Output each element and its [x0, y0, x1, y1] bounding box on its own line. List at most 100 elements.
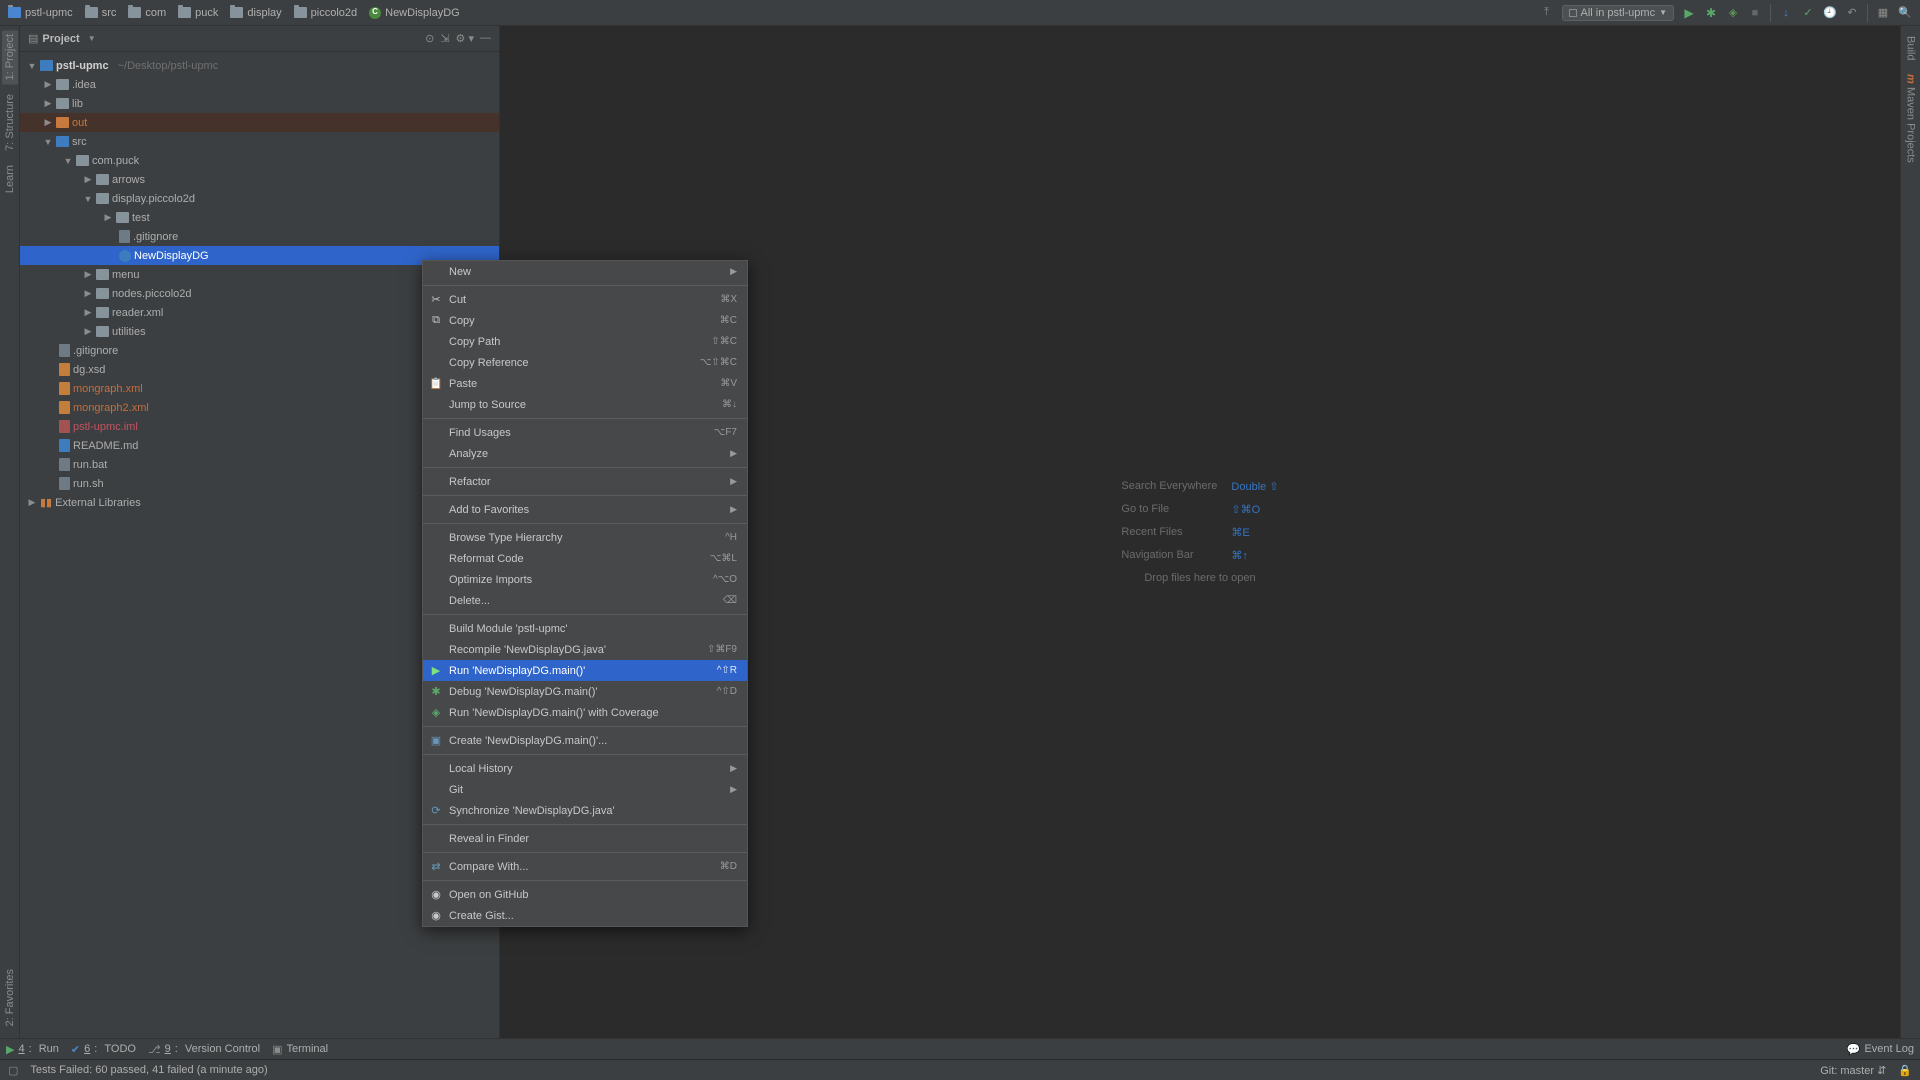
menu-build-module[interactable]: Build Module 'pstl-upmc' — [423, 618, 747, 639]
menu-open-github[interactable]: ◉Open on GitHub — [423, 884, 747, 905]
expand-arrow-icon[interactable]: ▼ — [27, 61, 37, 71]
menu-new[interactable]: New▶ — [423, 261, 747, 282]
tree-item[interactable]: ▶test — [20, 208, 499, 227]
git-branch[interactable]: Git: master ⇵ — [1820, 1064, 1886, 1077]
menu-reformat[interactable]: Reformat Code⌥⌘L — [423, 548, 747, 569]
expand-arrow-icon[interactable]: ▶ — [43, 117, 53, 128]
menu-separator — [423, 418, 747, 419]
chevron-down-icon[interactable]: ▼ — [88, 34, 96, 43]
menu-copy[interactable]: ⧉Copy⌘C — [423, 310, 747, 331]
breadcrumbs[interactable]: pstl-upmc src com puck display piccolo2d… — [8, 7, 460, 19]
expand-arrow-icon[interactable]: ▶ — [83, 174, 93, 185]
menu-delete[interactable]: Delete...⌫ — [423, 590, 747, 611]
breadcrumb-item[interactable]: NewDisplayDG — [369, 7, 460, 19]
menu-browse-hierarchy[interactable]: Browse Type Hierarchy^H — [423, 527, 747, 548]
menu-refactor[interactable]: Refactor▶ — [423, 471, 747, 492]
collapse-all-icon[interactable]: ⇲ — [440, 32, 449, 45]
menu-find-usages[interactable]: Find Usages⌥F7 — [423, 422, 747, 443]
expand-arrow-icon[interactable]: ▶ — [83, 307, 93, 318]
tool-tab-project[interactable]: 1: Project — [2, 30, 18, 84]
menu-analyze[interactable]: Analyze▶ — [423, 443, 747, 464]
expand-arrow-icon[interactable]: ▶ — [83, 288, 93, 299]
tree-root[interactable]: ▼pstl-upmc ~/Desktop/pstl-upmc — [20, 56, 499, 75]
menu-optimize-imports[interactable]: Optimize Imports^⌥O — [423, 569, 747, 590]
expand-arrow-icon[interactable]: ▼ — [83, 194, 93, 204]
tree-item[interactable]: ▶.idea — [20, 75, 499, 94]
expand-arrow-icon[interactable]: ▼ — [63, 156, 73, 166]
tree-item[interactable]: ▶out — [20, 113, 499, 132]
project-structure-icon[interactable]: ▦ — [1876, 6, 1890, 20]
breadcrumb-item[interactable]: com — [128, 7, 166, 19]
git-revert-icon[interactable]: ↶ — [1845, 6, 1859, 20]
expand-arrow-icon[interactable]: ▶ — [43, 98, 53, 109]
menu-recompile[interactable]: Recompile 'NewDisplayDG.java'⇧⌘F9 — [423, 639, 747, 660]
menu-compare-with[interactable]: ⇄Compare With...⌘D — [423, 856, 747, 877]
hide-icon[interactable]: — — [480, 32, 491, 45]
expand-arrow-icon[interactable]: ▶ — [83, 269, 93, 280]
tree-item[interactable]: .gitignore — [20, 227, 499, 246]
menu-local-history[interactable]: Local History▶ — [423, 758, 747, 779]
tool-tab-event-log[interactable]: 💬Event Log — [1847, 1043, 1914, 1056]
menu-create-gist[interactable]: ◉Create Gist... — [423, 905, 747, 926]
tool-tab-structure[interactable]: 7: Structure — [2, 90, 18, 155]
coverage-icon[interactable]: ◈ — [1726, 6, 1740, 20]
breadcrumb-root[interactable]: pstl-upmc — [8, 7, 73, 19]
expand-arrow-icon[interactable]: ▶ — [27, 497, 37, 508]
menu-synchronize[interactable]: ⟳Synchronize 'NewDisplayDG.java' — [423, 800, 747, 821]
status-icon[interactable]: ▢ — [8, 1064, 18, 1077]
tool-tab-todo[interactable]: ✔︎6: TODO — [71, 1043, 136, 1056]
menu-reveal-finder[interactable]: Reveal in Finder — [423, 828, 747, 849]
menu-jump-to-source[interactable]: Jump to Source⌘↓ — [423, 394, 747, 415]
run-icon[interactable]: ▶ — [1682, 6, 1696, 20]
tool-tab-terminal[interactable]: ▣Terminal — [272, 1043, 328, 1056]
stop-icon[interactable]: ■ — [1748, 6, 1762, 20]
menu-paste[interactable]: 📋Paste⌘V — [423, 373, 747, 394]
expand-arrow-icon[interactable]: ▶ — [103, 212, 113, 223]
breadcrumb-item[interactable]: display — [230, 7, 281, 19]
tool-tab-learn[interactable]: Learn — [2, 161, 18, 197]
tree-item[interactable]: ▼display.piccolo2d — [20, 189, 499, 208]
git-commit-icon[interactable]: ✓ — [1801, 6, 1815, 20]
tool-tab-version-control[interactable]: ⎇9: Version Control — [148, 1043, 260, 1056]
tree-item[interactable]: ▼src — [20, 132, 499, 151]
run-config-selector[interactable]: All in pstl-upmc ▼ — [1562, 5, 1675, 21]
menu-label: Copy — [449, 315, 475, 327]
tool-tab-run[interactable]: ▶4: Run — [6, 1043, 59, 1056]
tool-tab-favorites[interactable]: 2: Favorites — [2, 965, 18, 1030]
menu-run[interactable]: ▶Run 'NewDisplayDG.main()'^⇧R — [423, 660, 747, 681]
menu-run-coverage[interactable]: ◈Run 'NewDisplayDG.main()' with Coverage — [423, 702, 747, 723]
menu-add-favorites[interactable]: Add to Favorites▶ — [423, 499, 747, 520]
menu-cut[interactable]: ✂Cut⌘X — [423, 289, 747, 310]
tree-item[interactable]: ▶arrows — [20, 170, 499, 189]
breadcrumb-item[interactable]: src — [85, 7, 117, 19]
search-icon[interactable]: 🔍 — [1898, 6, 1912, 20]
scroll-from-source-icon[interactable]: ⊙ — [425, 32, 434, 45]
gear-icon[interactable]: ⚙ ▾ — [456, 32, 474, 45]
tab-number: 4 — [18, 1043, 24, 1055]
tab-label: Terminal — [287, 1043, 329, 1055]
expand-arrow-icon[interactable]: ▼ — [43, 137, 53, 147]
expand-arrow-icon[interactable]: ▶ — [83, 326, 93, 337]
breadcrumb-item[interactable]: piccolo2d — [294, 7, 357, 19]
lock-icon[interactable]: 🔒 — [1898, 1064, 1912, 1077]
menu-git[interactable]: Git▶ — [423, 779, 747, 800]
menu-copy-path[interactable]: Copy Path⇧⌘C — [423, 331, 747, 352]
tool-tab-maven[interactable]: mMaven Projects — [1903, 70, 1919, 167]
menu-debug[interactable]: ✱Debug 'NewDisplayDG.main()'^⇧D — [423, 681, 747, 702]
menu-label: Local History — [449, 763, 513, 775]
build-icon[interactable]: ⤒ — [1540, 6, 1554, 20]
tree-item[interactable]: ▼com.puck — [20, 151, 499, 170]
expand-arrow-icon[interactable]: ▶ — [43, 79, 53, 90]
source-folder-icon — [56, 136, 69, 147]
breadcrumb-item[interactable]: puck — [178, 7, 218, 19]
menu-copy-reference[interactable]: Copy Reference⌥⇧⌘C — [423, 352, 747, 373]
tool-tab-build[interactable]: Build — [1903, 32, 1919, 64]
git-update-icon[interactable]: ↓ — [1779, 6, 1793, 20]
tree-item[interactable]: ▶lib — [20, 94, 499, 113]
debug-icon[interactable]: ✱ — [1704, 6, 1718, 20]
chevron-down-icon: ▼ — [1659, 8, 1667, 17]
todo-icon: ✔︎ — [71, 1043, 80, 1056]
git-history-icon[interactable]: 🕘 — [1823, 6, 1837, 20]
menu-label: Recompile 'NewDisplayDG.java' — [449, 644, 606, 656]
menu-create-run-config[interactable]: ▣Create 'NewDisplayDG.main()'... — [423, 730, 747, 751]
